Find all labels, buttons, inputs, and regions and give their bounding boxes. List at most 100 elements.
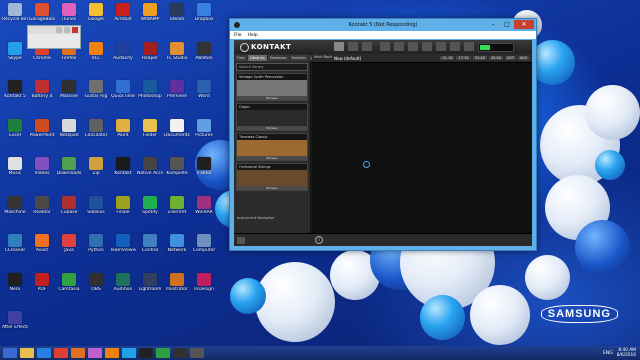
taskbar-camtasia-button[interactable] <box>156 348 170 358</box>
taskbar-vlc-button[interactable] <box>105 348 119 358</box>
desktop-icon[interactable]: Premiere <box>164 80 190 108</box>
desktop-icon[interactable]: Music <box>2 157 28 185</box>
master-button[interactable] <box>408 42 418 51</box>
desktop-icon[interactable]: Network <box>164 234 190 262</box>
info-icon[interactable]: i <box>315 236 323 244</box>
language-indicator[interactable]: ENG <box>603 351 613 356</box>
desktop-icon[interactable]: Zip <box>83 157 109 185</box>
desktop-icon[interactable]: Komplete <box>164 157 190 185</box>
desktop-icon[interactable]: Cubase <box>56 195 82 224</box>
desktop-icon[interactable]: Massive <box>56 80 82 108</box>
desktop-icon[interactable]: Native Access <box>137 157 163 185</box>
rack-page-button[interactable]: 49-64 <box>488 56 503 60</box>
play-icon[interactable] <box>237 236 245 244</box>
kontakt-window[interactable]: Kontakt 5 (Not Responding) – □ ✕ File He… <box>229 18 537 251</box>
tab-libraries[interactable]: Libraries <box>247 55 267 61</box>
tab-modules[interactable]: Modules <box>289 55 309 61</box>
tab-database[interactable]: Database <box>267 55 289 61</box>
minimize-icon[interactable] <box>56 27 62 33</box>
rack-page-button[interactable]: 17-32 <box>456 56 471 60</box>
desktop-icon[interactable]: Word <box>191 80 217 108</box>
purge-button[interactable] <box>464 42 474 51</box>
desktop-icon[interactable]: Audition <box>110 272 136 301</box>
menu-help[interactable]: Help <box>248 33 258 38</box>
desktop-icon[interactable]: WinRAR <box>191 195 217 224</box>
desktop-icon[interactable]: Traktor <box>191 157 217 185</box>
options-button[interactable] <box>450 42 460 51</box>
desktop-icon[interactable]: Nero <box>2 272 28 301</box>
library-panel[interactable]: Orchestral Strings Browse <box>236 163 308 191</box>
desktop-icon[interactable]: InDesign <box>191 272 217 301</box>
desktop-icon[interactable]: OBS <box>83 272 109 301</box>
desktop-icon[interactable]: Sibelius <box>83 195 109 224</box>
multi-name[interactable]: New (default) <box>334 56 361 61</box>
taskbar-skype-button[interactable] <box>122 348 136 358</box>
desktop-icon[interactable]: Audacity <box>110 41 136 70</box>
library-browse-button[interactable]: Browse <box>237 186 307 190</box>
desktop-icon[interactable]: Skype <box>2 41 28 70</box>
taskbar-ie-button[interactable] <box>37 348 51 358</box>
library-search-input[interactable]: Search library <box>236 63 308 71</box>
tab-files[interactable]: Files <box>235 55 247 61</box>
library-browse-button[interactable]: Browse <box>237 156 307 160</box>
maximize-icon[interactable] <box>64 27 70 33</box>
keyboard-button[interactable] <box>380 42 390 51</box>
maximize-button[interactable]: □ <box>500 20 514 29</box>
desktop-icon[interactable]: Kontakt 5 <box>2 80 28 108</box>
desktop-icon[interactable]: Spotify <box>137 195 163 224</box>
close-button[interactable]: ✕ <box>514 20 534 29</box>
library-panel[interactable]: Timeless Classic Browse <box>236 133 308 161</box>
mini-window-titlebar[interactable] <box>28 26 80 34</box>
taskbar-kontakt-button[interactable] <box>139 348 153 358</box>
library-panel[interactable]: Vintage Synth Percussion Browse <box>236 73 308 101</box>
rack-page-button[interactable]: 01-16 <box>440 56 455 60</box>
desktop-icon[interactable]: Calculator <box>83 118 109 147</box>
menu-file[interactable]: File <box>234 33 242 38</box>
desktop-icon[interactable]: WINAMP <box>137 3 163 31</box>
desktop-icon[interactable]: Lightroom <box>137 272 163 301</box>
desktop-icon[interactable]: Control <box>137 234 163 262</box>
taskbar-start-button[interactable] <box>3 348 17 358</box>
rack-page-button[interactable]: AUX <box>517 56 529 60</box>
desktop-icon[interactable]: TeamViewer <box>110 234 136 262</box>
taskbar-app2-button[interactable] <box>190 348 204 358</box>
library-browse-button[interactable]: Browse <box>237 96 307 100</box>
desktop-icon[interactable]: Excel <box>2 118 28 147</box>
rack-page-button[interactable]: 33-48 <box>472 56 487 60</box>
desktop-icon[interactable]: Acrobat <box>110 3 136 31</box>
desktop-icon[interactable]: Pictures <box>191 118 217 147</box>
library-browse-button[interactable]: Browse <box>237 126 307 130</box>
desktop-icon[interactable]: Paint <box>110 118 136 147</box>
desktop-icon[interactable]: Python <box>83 234 109 262</box>
taskbar-chrome-button[interactable] <box>54 348 68 358</box>
desktop-icon[interactable]: Reaktor <box>29 195 55 224</box>
desktop-icon[interactable]: Illustrator <box>164 272 190 301</box>
taskbar-itunes-button[interactable] <box>88 348 102 358</box>
taskbar-explorer-button[interactable] <box>20 348 34 358</box>
taskbar-app1-button[interactable] <box>173 348 187 358</box>
close-icon[interactable] <box>72 27 78 33</box>
desktop-icon[interactable]: Avast <box>29 234 55 262</box>
desktop-icon[interactable]: Finale <box>110 195 136 224</box>
desktop-icon[interactable]: After Effects <box>2 311 28 339</box>
rack-page-button[interactable]: KSP <box>505 56 516 60</box>
desktop-icon[interactable]: Kontakt <box>110 157 136 185</box>
desktop-icon[interactable]: Camtasia <box>56 272 82 301</box>
desktop-icon[interactable]: Ableton <box>191 41 217 70</box>
desktop-icon[interactable]: Notepad <box>56 118 82 147</box>
desktop-icon[interactable]: Folder <box>137 118 163 147</box>
instrument-navigator[interactable]: Instrument Navigator <box>237 216 307 220</box>
desktop-icon[interactable]: Steam <box>164 3 190 31</box>
minimize-button[interactable]: – <box>486 20 500 29</box>
desktop-icon[interactable]: QuickTime <box>110 80 136 108</box>
browse-button[interactable] <box>334 42 344 51</box>
desktop-icon[interactable]: Documents <box>164 118 190 147</box>
info-button[interactable] <box>422 42 432 51</box>
desktop-icon[interactable]: Downloads <box>56 157 82 185</box>
desktop-icon[interactable]: Dropbox <box>191 3 217 31</box>
quick-button[interactable] <box>394 42 404 51</box>
desktop-icon[interactable]: PDF <box>29 272 55 301</box>
desktop-icon[interactable]: Computer <box>191 234 217 262</box>
desktop-icon[interactable]: Recycle Bin <box>2 3 28 31</box>
desktop-icon[interactable]: Photoshop <box>137 80 163 108</box>
